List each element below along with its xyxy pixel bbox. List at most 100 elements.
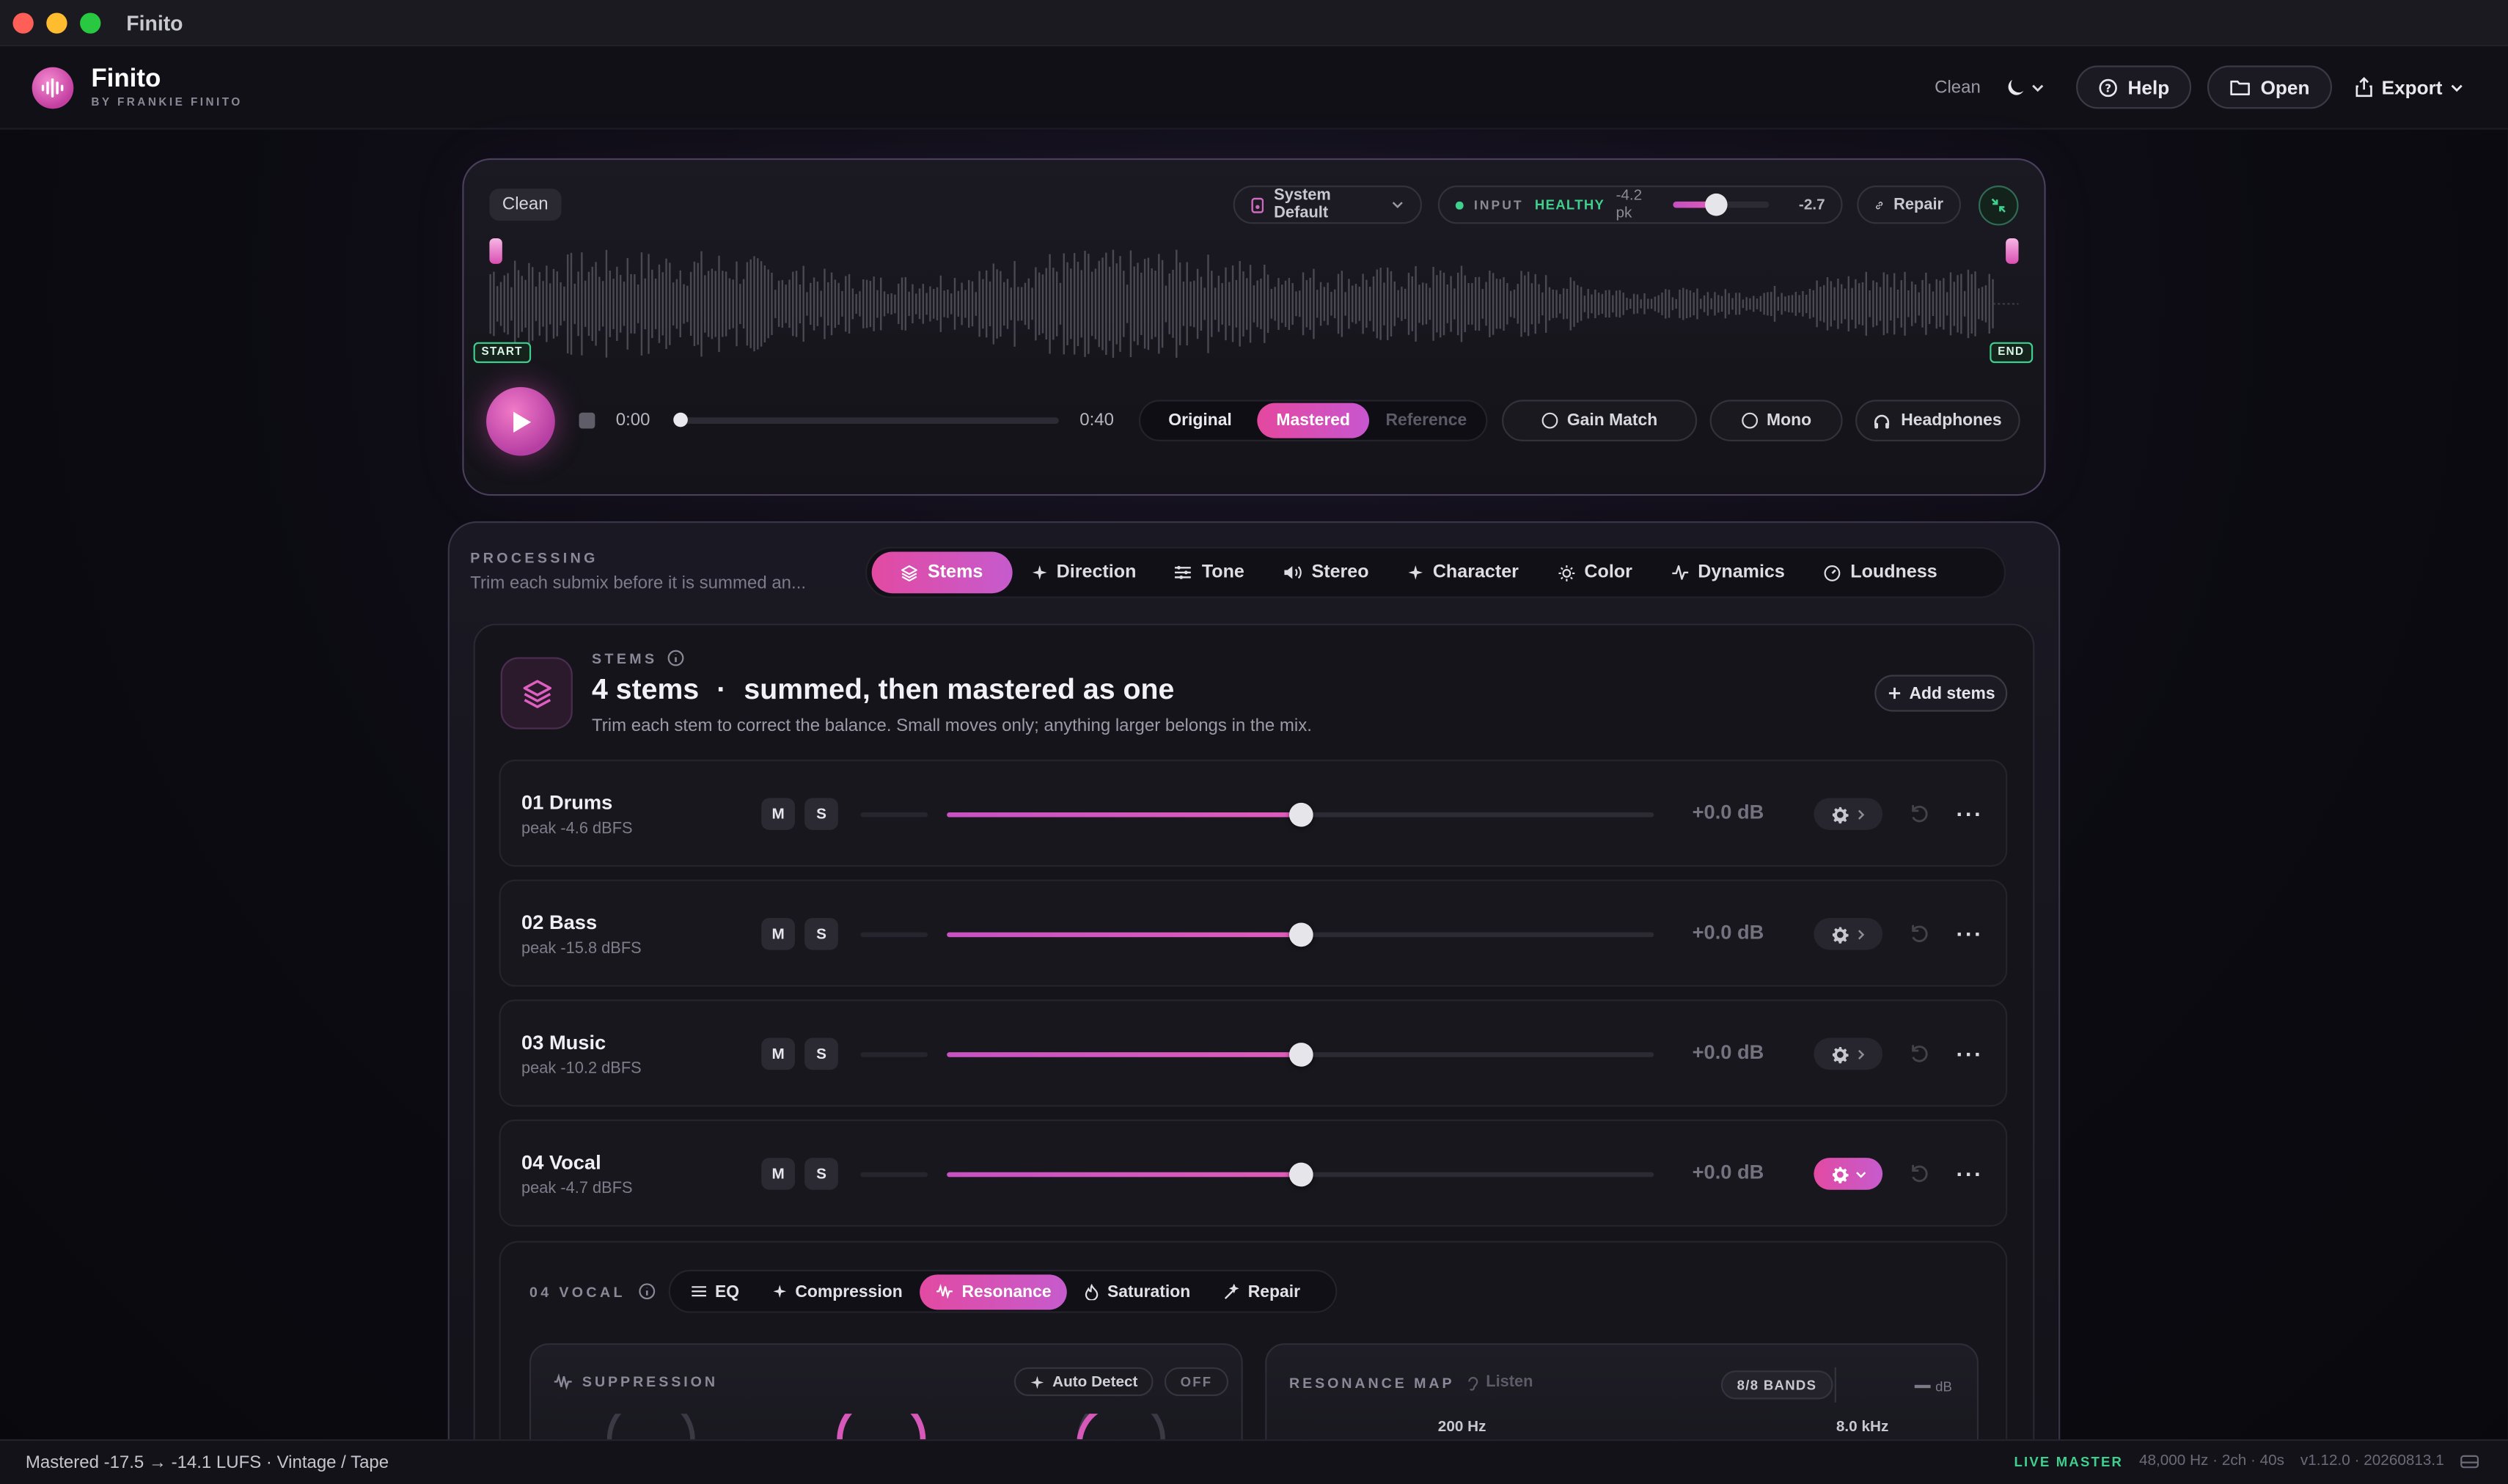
tab-stereo[interactable]: Stereo — [1264, 551, 1388, 593]
mode-mastered[interactable]: Mastered — [1256, 403, 1370, 438]
subtab-resonance-label: Resonance — [961, 1282, 1052, 1301]
more-options-button[interactable]: ··· — [1956, 801, 1983, 827]
svg-text:?: ? — [2105, 81, 2112, 95]
more-options-button[interactable]: ··· — [1956, 1161, 1983, 1186]
export-button[interactable]: Export — [2348, 76, 2470, 98]
flame-icon — [1085, 1283, 1099, 1300]
tab-stems[interactable]: Stems — [871, 551, 1012, 594]
audio-format: 48,000 Hz · 2ch · 40s — [2138, 1452, 2285, 1470]
tab-color[interactable]: Color — [1538, 551, 1651, 593]
stem-row: 04 Vocal peak -4.7 dBFS M S +0.0 dB ··· — [499, 1119, 2008, 1227]
resonance-map-label-text: RESONANCE MAP — [1288, 1375, 1455, 1392]
suppression-off-toggle[interactable]: OFF — [1164, 1367, 1229, 1397]
help-button[interactable]: ? Help — [2076, 65, 2192, 109]
stems-title-description: summed, then mastered as one — [744, 673, 1175, 705]
playhead-track[interactable] — [678, 417, 1059, 424]
stem-settings-button[interactable] — [1814, 798, 1883, 830]
stem-gain-knob[interactable] — [1288, 802, 1313, 827]
stem-gain-fader[interactable] — [947, 802, 1654, 827]
stem-gain-fader[interactable] — [947, 1162, 1654, 1187]
output-device-select[interactable]: System Default — [1233, 186, 1422, 224]
more-options-button[interactable]: ··· — [1956, 921, 1983, 947]
stem-settings-button[interactable] — [1814, 917, 1883, 950]
close-window-button[interactable] — [12, 12, 34, 33]
stem-mute-button[interactable]: M — [761, 798, 796, 830]
auto-detect-button[interactable]: Auto Detect — [1013, 1367, 1154, 1397]
playhead-knob[interactable] — [673, 412, 688, 427]
stem-settings-button[interactable] — [1814, 1037, 1883, 1070]
stem-gain-fader[interactable] — [947, 1043, 1654, 1067]
resonance-freq-low: 200 Hz — [1437, 1418, 1486, 1436]
processing-tabs: Stems Direction Tone Stereo Character Co… — [865, 546, 2006, 598]
subtab-eq[interactable]: EQ — [675, 1274, 755, 1309]
add-stems-button[interactable]: Add stems — [1874, 675, 2008, 712]
stem-gain-knob[interactable] — [1288, 1162, 1313, 1187]
share-icon — [2355, 77, 2372, 98]
subtab-saturation[interactable]: Saturation — [1069, 1274, 1206, 1309]
info-icon[interactable] — [667, 650, 685, 667]
end-handle[interactable] — [2006, 238, 2019, 264]
tab-dynamics[interactable]: Dynamics — [1651, 551, 1804, 593]
tab-loudness[interactable]: Loudness — [1804, 551, 1957, 593]
stop-button[interactable] — [579, 412, 595, 429]
stem-solo-button[interactable]: S — [804, 1158, 838, 1190]
reset-icon[interactable] — [1908, 803, 1931, 826]
open-button[interactable]: Open — [2207, 65, 2333, 109]
reset-icon[interactable] — [1908, 922, 1931, 945]
subtab-compression[interactable]: Compression — [757, 1274, 919, 1309]
reset-icon[interactable] — [1908, 1043, 1931, 1065]
stem-gain-knob[interactable] — [1288, 922, 1313, 947]
headphones-toggle[interactable]: Headphones — [1855, 400, 2020, 441]
input-gain-knob[interactable] — [1704, 193, 1727, 216]
subtab-resonance[interactable]: Resonance — [920, 1274, 1068, 1309]
window-controls — [12, 12, 101, 33]
device-icon — [1251, 196, 1264, 213]
mode-reference[interactable]: Reference — [1370, 403, 1483, 438]
stem-detail-label: 04 VOCAL — [529, 1282, 656, 1300]
gain-match-toggle[interactable]: Gain Match — [1502, 400, 1698, 441]
subtab-eq-label: EQ — [714, 1282, 740, 1301]
info-icon[interactable] — [638, 1282, 656, 1300]
suppression-label-text: SUPPRESSION — [582, 1373, 718, 1390]
stems-subtitle: Trim each stem to correct the balance. S… — [592, 716, 1312, 736]
tab-tone[interactable]: Tone — [1156, 551, 1264, 593]
stem-mute-button[interactable]: M — [761, 1037, 796, 1070]
gear-icon — [1831, 1166, 1848, 1183]
reset-icon[interactable] — [1908, 1163, 1931, 1186]
stem-solo-button[interactable]: S — [804, 798, 838, 830]
stem-peak: peak -10.2 dBFS — [521, 1060, 642, 1079]
speaker-icon — [1284, 566, 1302, 579]
collapse-button[interactable] — [1979, 186, 2019, 226]
stem-row: 01 Drums peak -4.6 dBFS M S +0.0 dB ··· — [499, 760, 2008, 867]
folder-icon — [2231, 80, 2251, 95]
bands-badge: 8/8 BANDS — [1720, 1370, 1833, 1400]
more-options-button[interactable]: ··· — [1956, 1041, 1983, 1067]
waveform[interactable] — [489, 240, 2019, 364]
listen-button[interactable]: Listen — [1467, 1374, 1533, 1392]
zoom-window-button[interactable] — [80, 12, 101, 33]
mono-toggle[interactable]: Mono — [1709, 400, 1843, 441]
tab-direction[interactable]: Direction — [1012, 551, 1156, 593]
stem-gain-fader[interactable] — [947, 922, 1654, 947]
stem-gain-fill — [947, 1052, 1301, 1057]
preset-chip[interactable]: Clean — [489, 188, 562, 221]
tab-character[interactable]: Character — [1388, 551, 1538, 593]
theme-toggle[interactable] — [2006, 77, 2045, 98]
mode-original[interactable]: Original — [1143, 403, 1256, 438]
suppression-knobs[interactable] — [600, 1414, 1192, 1439]
minimize-window-button[interactable] — [46, 12, 67, 33]
start-handle[interactable] — [489, 238, 502, 264]
stem-mute-button[interactable]: M — [761, 1158, 796, 1190]
subtab-repair[interactable]: Repair — [1208, 1274, 1316, 1309]
drive-icon[interactable] — [2460, 1453, 2479, 1469]
stem-settings-button[interactable] — [1814, 1158, 1883, 1190]
stem-gain-knob[interactable] — [1288, 1043, 1313, 1067]
input-gain-slider[interactable] — [1672, 193, 1769, 216]
stem-mute-button[interactable]: M — [761, 917, 796, 950]
stem-solo-button[interactable]: S — [804, 917, 838, 950]
stem-solo-button[interactable]: S — [804, 1037, 838, 1070]
toggle-off-icon — [1741, 412, 1757, 429]
play-button[interactable] — [486, 386, 555, 456]
repair-button[interactable]: Repair — [1857, 186, 1962, 224]
db-scale-toggle[interactable]: dB — [1914, 1378, 1952, 1395]
